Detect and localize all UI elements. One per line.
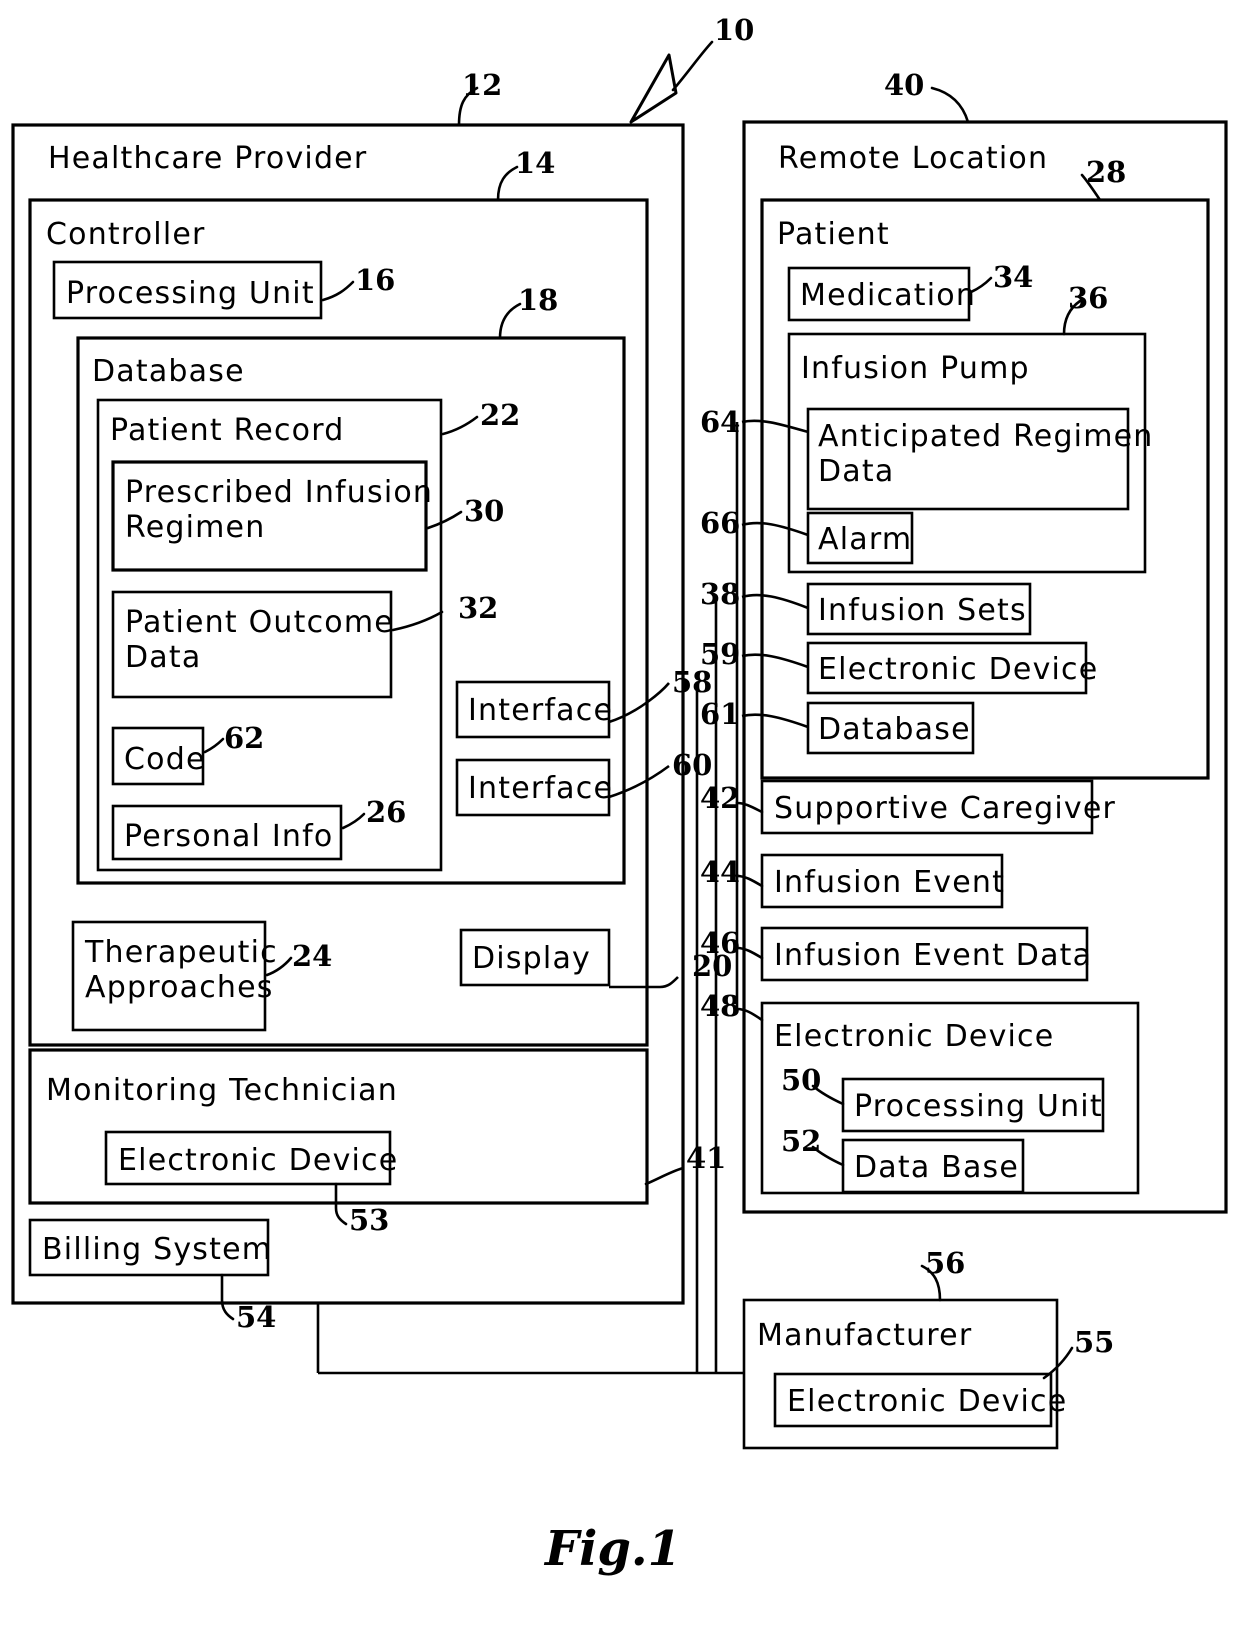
ref-36: 36 <box>1068 281 1108 315</box>
interface-top-label: Interface <box>468 693 613 728</box>
ref-44: 44 <box>700 855 740 889</box>
interface-bottom-label: Interface <box>468 771 613 806</box>
ref-26: 26 <box>366 795 406 829</box>
ref-30-leader <box>426 510 463 530</box>
infusion-event-label: Infusion Event <box>774 865 1005 900</box>
billing-system-label: Billing System <box>42 1232 272 1267</box>
ref-60: 60 <box>672 748 712 782</box>
database-label: Database <box>92 354 245 389</box>
ref-40-leader <box>930 86 970 124</box>
display-label: Display <box>472 941 591 976</box>
ref-66: 66 <box>700 506 740 540</box>
ref-54-leader <box>220 1273 235 1321</box>
controller-label: Controller <box>46 217 206 252</box>
patent-figure-1: 10 Healthcare Provider 12 Controller 14 … <box>11 13 1228 1577</box>
ref-59-leader <box>741 653 809 669</box>
medication-label: Medication <box>800 278 976 313</box>
ref-56: 56 <box>925 1246 965 1280</box>
ref-32-leader <box>391 610 444 632</box>
ref-48: 48 <box>700 989 740 1023</box>
alarm-label: Alarm <box>818 522 912 557</box>
manufacturer-label: Manufacturer <box>757 1318 972 1353</box>
ref-62-leader <box>203 737 225 754</box>
patient-record-label: Patient Record <box>110 413 344 448</box>
ref-12: 12 <box>462 68 502 102</box>
ref-34: 34 <box>993 260 1033 294</box>
monitoring-technician-label: Monitoring Technician <box>46 1073 398 1108</box>
ref-61: 61 <box>700 697 740 731</box>
ref-26-leader <box>341 812 366 830</box>
figure-caption: Fig.1 <box>543 1521 681 1577</box>
therapeutic-approaches-label-line1: Therapeutic <box>84 935 278 970</box>
patient-electronic-device-label: Electronic Device <box>818 652 1098 687</box>
ref-38: 38 <box>700 577 740 611</box>
ref-52: 52 <box>781 1124 821 1158</box>
patient-label: Patient <box>777 217 890 252</box>
ref-46-leader <box>735 946 764 960</box>
ref-54: 54 <box>236 1300 276 1334</box>
infusion-event-data-label: Infusion Event Data <box>774 938 1092 973</box>
processing-unit-label: Processing Unit <box>66 276 315 311</box>
system-ref-10-leader <box>629 40 714 124</box>
ref-22-leader <box>441 415 479 436</box>
ref-16: 16 <box>355 263 395 297</box>
ref-41-leader <box>644 1166 685 1186</box>
remote-processing-unit-label: Processing Unit <box>854 1089 1103 1124</box>
ref-22: 22 <box>480 398 520 432</box>
prescribed-infusion-regimen-label-line1: Prescribed Infusion <box>125 475 433 510</box>
personal-info-label: Personal Info <box>124 819 333 854</box>
ref-64-leader <box>741 419 809 434</box>
patient-database-label: Database <box>818 712 971 747</box>
ref-62: 62 <box>224 721 264 755</box>
supportive-caregiver-label: Supportive Caregiver <box>774 791 1116 826</box>
anticipated-regimen-data-label-line1: Anticipated Regimen <box>818 419 1154 454</box>
ref-16-leader <box>321 280 355 302</box>
monitoring-technician-electronic-device-label: Electronic Device <box>118 1143 398 1178</box>
ref-64: 64 <box>700 405 740 439</box>
ref-18-leader <box>498 302 522 340</box>
ref-40: 40 <box>884 68 924 102</box>
healthcare-provider-label: Healthcare Provider <box>48 141 367 176</box>
remote-location-label: Remote Location <box>778 141 1048 176</box>
infusion-pump-label: Infusion Pump <box>801 351 1030 386</box>
ref-28: 28 <box>1086 155 1126 189</box>
ref-61-leader <box>741 713 809 729</box>
display-20-connector <box>609 976 679 989</box>
remote-data-base-label: Data Base <box>854 1150 1019 1185</box>
ref-59: 59 <box>700 637 740 671</box>
remote-electronic-device-label: Electronic Device <box>774 1019 1054 1054</box>
ref-41: 41 <box>686 1141 726 1175</box>
ref-48-leader <box>735 1007 764 1022</box>
ref-14: 14 <box>515 146 555 180</box>
ref-30: 30 <box>464 494 504 528</box>
interface-58-connector <box>608 682 670 724</box>
ref-44-leader <box>735 874 764 888</box>
infusion-sets-label: Infusion Sets <box>818 593 1027 628</box>
ref-66-leader <box>741 521 809 537</box>
code-label: Code <box>124 742 206 777</box>
patient-outcome-data-label-line1: Patient Outcome <box>125 605 394 640</box>
ref-24: 24 <box>292 939 332 973</box>
interface-60-connector <box>608 764 670 799</box>
ref-46: 46 <box>700 926 740 960</box>
ref-38-leader <box>741 593 809 610</box>
ref-55: 55 <box>1074 1325 1114 1359</box>
ref-50: 50 <box>781 1063 821 1097</box>
ref-42: 42 <box>700 781 740 815</box>
ref-42-leader <box>735 801 764 814</box>
ref-10: 10 <box>714 13 754 47</box>
ref-53: 53 <box>349 1203 389 1237</box>
ref-18: 18 <box>518 283 558 317</box>
ref-32: 32 <box>458 591 498 625</box>
manufacturer-electronic-device-label: Electronic Device <box>787 1384 1067 1419</box>
